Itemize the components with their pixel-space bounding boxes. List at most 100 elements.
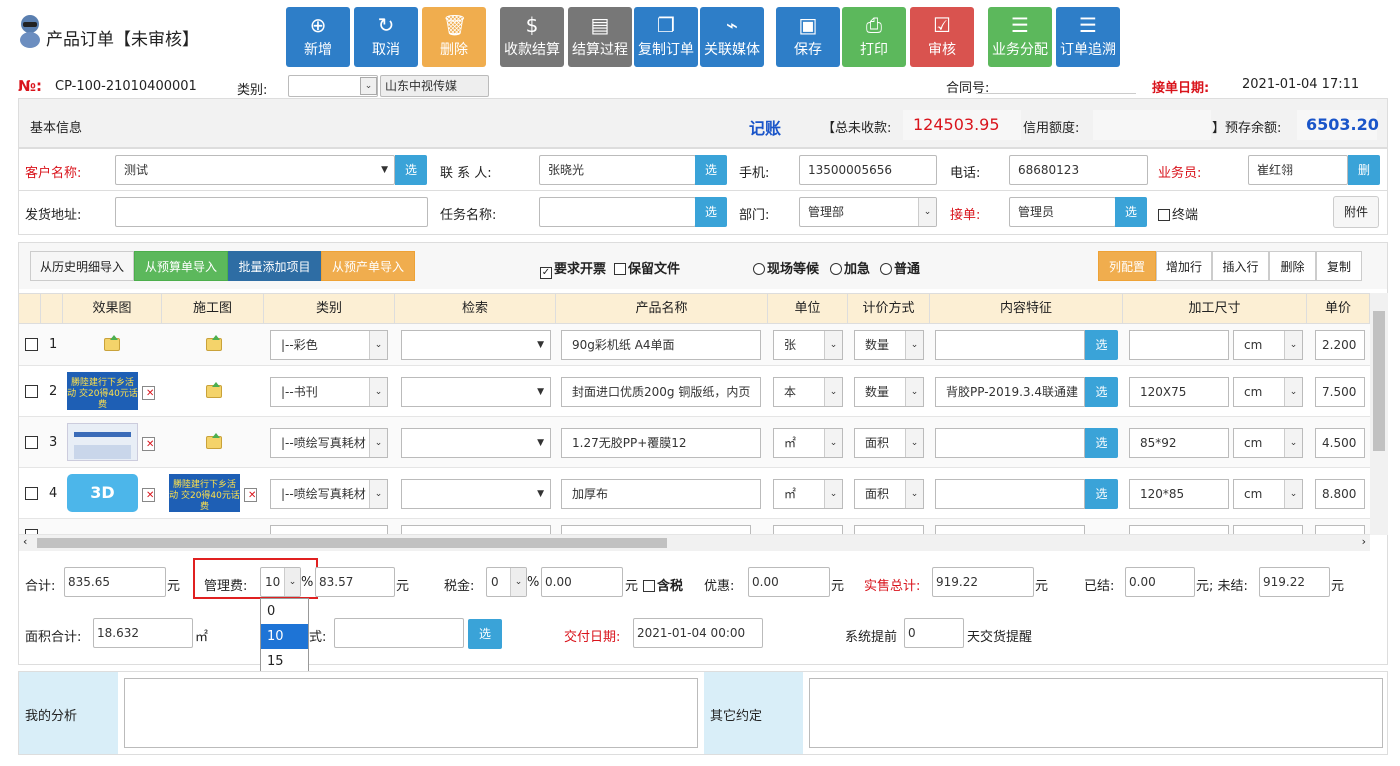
add-row-button[interactable]: 增加行 — [1156, 251, 1212, 281]
mode-select-button[interactable]: 选 — [468, 619, 502, 649]
contract-field[interactable] — [976, 93, 1136, 94]
category-select[interactable]: |--喷绘写真耗材 ⌄ — [270, 479, 388, 509]
table-cell[interactable] — [401, 525, 551, 534]
search-select[interactable]: ▼ — [401, 428, 551, 458]
batch-add-button[interactable]: 批量添加项目 — [228, 251, 321, 281]
paid-input[interactable]: 0.00 — [1125, 567, 1195, 597]
mgmt-option-selected[interactable]: 10 — [261, 624, 308, 649]
feature-select-button[interactable]: 选 — [1085, 377, 1118, 407]
column-config-button[interactable]: 列配置 — [1098, 251, 1156, 281]
size-input[interactable]: 120*85 — [1129, 479, 1229, 509]
toolbar-button-9[interactable]: ☑ 审核 — [910, 7, 974, 67]
feature-input[interactable] — [935, 330, 1085, 360]
feature-input[interactable] — [935, 479, 1085, 509]
delete-image-icon[interactable] — [244, 488, 257, 502]
customer-name-select[interactable]: 测试 ▼ — [115, 155, 395, 185]
unit-select[interactable]: 张 ⌄ — [773, 330, 843, 360]
product-name-input[interactable]: 1.27无胶PP+覆膜12 — [561, 428, 761, 458]
product-name-input[interactable]: 封面进口优质200g 铜版纸，内页 — [561, 377, 761, 407]
size-input[interactable] — [1129, 330, 1229, 360]
grid-hscroll[interactable]: ‹ › — [19, 535, 1370, 551]
phone-input[interactable]: 68680123 — [1009, 155, 1148, 185]
size-input[interactable]: 85*92 — [1129, 428, 1229, 458]
row-checkbox[interactable] — [25, 487, 38, 500]
invoice-checkbox[interactable]: ✓ 要求开票 — [540, 258, 606, 279]
feature-select-button[interactable]: 选 — [1085, 428, 1118, 458]
table-cell[interactable] — [1233, 525, 1303, 534]
feature-select-button[interactable]: 选 — [1085, 330, 1118, 360]
dept-select[interactable]: 管理部 ⌄ — [799, 197, 937, 227]
search-select[interactable]: ▼ — [401, 479, 551, 509]
import-preprod-button[interactable]: 从预产单导入 — [321, 251, 415, 281]
company-select[interactable]: 山东中视传媒 — [380, 75, 489, 97]
unsettled-input[interactable]: 919.22 — [1259, 567, 1330, 597]
category-select[interactable]: |--喷绘写真耗材 ⌄ — [270, 428, 388, 458]
construction-upload-icon[interactable] — [206, 382, 222, 402]
copy-row-button[interactable]: 复制 — [1316, 251, 1362, 281]
product-name-input[interactable]: 加厚布 — [561, 479, 761, 509]
price-input[interactable]: 4.500 — [1315, 428, 1365, 458]
delete-image-icon[interactable] — [142, 386, 155, 400]
delivery-input[interactable]: 2021-01-04 00:00 — [633, 618, 763, 648]
search-select[interactable]: ▼ — [401, 377, 551, 407]
table-cell[interactable] — [773, 525, 843, 534]
product-name-input[interactable]: 90g彩机纸 A4单面 — [561, 330, 761, 360]
delete-image-icon[interactable] — [142, 488, 155, 502]
remind-input[interactable]: 0 — [904, 618, 964, 648]
mobile-input[interactable]: 13500005656 — [799, 155, 937, 185]
task-select-button[interactable]: 选 — [695, 197, 727, 227]
bookkeep-link[interactable]: 记账 — [749, 115, 781, 139]
table-cell[interactable] — [854, 525, 924, 534]
radio-normal[interactable]: 普通 — [880, 258, 920, 277]
toolbar-button-8[interactable]: ⎙ 打印 — [842, 7, 906, 67]
mgmt-select[interactable]: 10 ⌄ — [260, 567, 301, 597]
feature-select-button[interactable]: 选 — [1085, 479, 1118, 509]
radio-wait[interactable]: 现场等候 — [753, 258, 819, 277]
receiver-select-button[interactable]: 选 — [1115, 197, 1147, 227]
tax-included-checkbox[interactable]: 含税 — [643, 575, 683, 594]
terminal-checkbox[interactable]: 终端 — [1158, 204, 1198, 223]
grid-vscroll[interactable] — [1370, 293, 1388, 535]
import-history-button[interactable]: 从历史明细导入 — [30, 251, 134, 281]
toolbar-button-6[interactable]: ⌁ 关联媒体 — [700, 7, 764, 67]
feature-input[interactable] — [935, 428, 1085, 458]
toolbar-button-0[interactable]: ⊕ 新增 — [286, 7, 350, 67]
import-budget-button[interactable]: 从预算单导入 — [134, 251, 228, 281]
toolbar-button-10[interactable]: ☰ 业务分配 — [988, 7, 1052, 67]
size-unit-select[interactable]: cm ⌄ — [1233, 330, 1303, 360]
row-checkbox[interactable] — [25, 338, 38, 351]
size-input[interactable]: 120X75 — [1129, 377, 1229, 407]
toolbar-button-3[interactable]: $ 收款结算 — [500, 7, 564, 67]
size-unit-select[interactable]: cm ⌄ — [1233, 428, 1303, 458]
attachment-button[interactable]: 附件 — [1333, 196, 1379, 228]
delete-row-button[interactable]: 删除 — [1269, 251, 1316, 281]
mgmt-amount-input[interactable]: 83.57 — [315, 567, 395, 597]
construction-image-thumbnail[interactable]: 勝陸建行下乡活动 交20得40元话费 — [169, 474, 240, 512]
table-cell[interactable] — [561, 525, 751, 534]
size-unit-select[interactable]: cm ⌄ — [1233, 479, 1303, 509]
toolbar-button-7[interactable]: ▣ 保存 — [776, 7, 840, 67]
table-cell[interactable] — [935, 525, 1085, 534]
other-terms-textarea[interactable] — [809, 678, 1383, 748]
row-checkbox[interactable] — [25, 385, 38, 398]
sum-input[interactable]: 835.65 — [64, 567, 166, 597]
table-cell[interactable] — [1129, 525, 1229, 534]
keepfile-checkbox[interactable]: 保留文件 — [614, 258, 680, 277]
effect-image-thumbnail[interactable] — [67, 423, 138, 461]
effect-upload-icon[interactable] — [104, 335, 120, 355]
delete-image-icon[interactable] — [142, 437, 155, 451]
address-input[interactable] — [115, 197, 428, 227]
table-cell[interactable] — [270, 525, 388, 534]
area-total-input[interactable]: 18.632 — [93, 618, 193, 648]
actual-total-input[interactable]: 919.22 — [932, 567, 1034, 597]
price-input[interactable]: 7.500 — [1315, 377, 1365, 407]
customer-select-button[interactable]: 选 — [395, 155, 427, 185]
mode-input[interactable] — [334, 618, 464, 648]
type-select[interactable]: ⌄ — [288, 75, 378, 97]
effect-image-thumbnail[interactable]: 勝陸建行下乡活动 交20得40元话费 — [67, 372, 138, 410]
table-cell[interactable] — [1315, 525, 1365, 534]
sales-input[interactable]: 崔红翎 — [1248, 155, 1348, 185]
effect-image-thumbnail[interactable]: 3D — [67, 474, 138, 512]
toolbar-button-11[interactable]: ☰ 订单追溯 — [1056, 7, 1120, 67]
construction-upload-icon[interactable] — [206, 433, 222, 453]
